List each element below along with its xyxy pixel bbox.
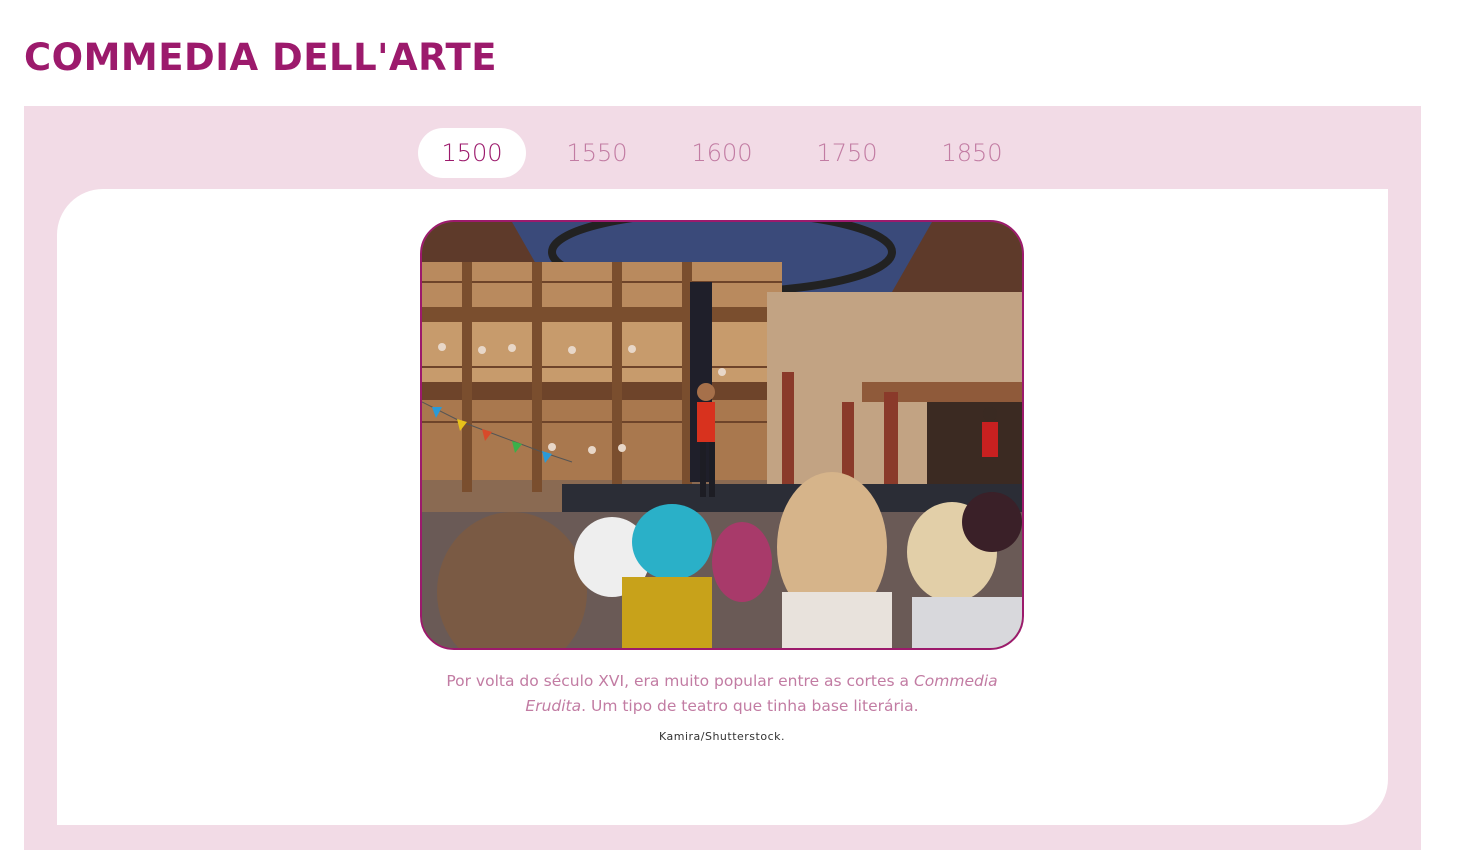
caption-text-start: Por volta do século XVI, era muito popul…	[446, 672, 914, 690]
photo-credit: Kamira/Shutterstock.	[658, 730, 786, 743]
caption-text-end: . Um tipo de teatro que tinha base liter…	[581, 697, 919, 715]
tab-1600[interactable]: 1600	[668, 128, 776, 178]
page-title: COMMEDIA DELL'ARTE	[24, 36, 497, 79]
timeline-panel: 1500 1550 1600 1750 1850 Por volta do sé…	[24, 106, 1421, 850]
tab-1550[interactable]: 1550	[543, 128, 651, 178]
theatre-photo	[420, 220, 1024, 650]
photo-caption: Por volta do século XVI, era muito popul…	[420, 669, 1024, 719]
tab-1500[interactable]: 1500	[418, 128, 526, 178]
slide-card: Por volta do século XVI, era muito popul…	[57, 189, 1388, 825]
tab-1850[interactable]: 1850	[918, 128, 1026, 178]
theatre-photo-illustration	[422, 222, 1022, 648]
timeline-tabs: 1500 1550 1600 1750 1850	[418, 128, 1043, 178]
tab-1750[interactable]: 1750	[793, 128, 901, 178]
